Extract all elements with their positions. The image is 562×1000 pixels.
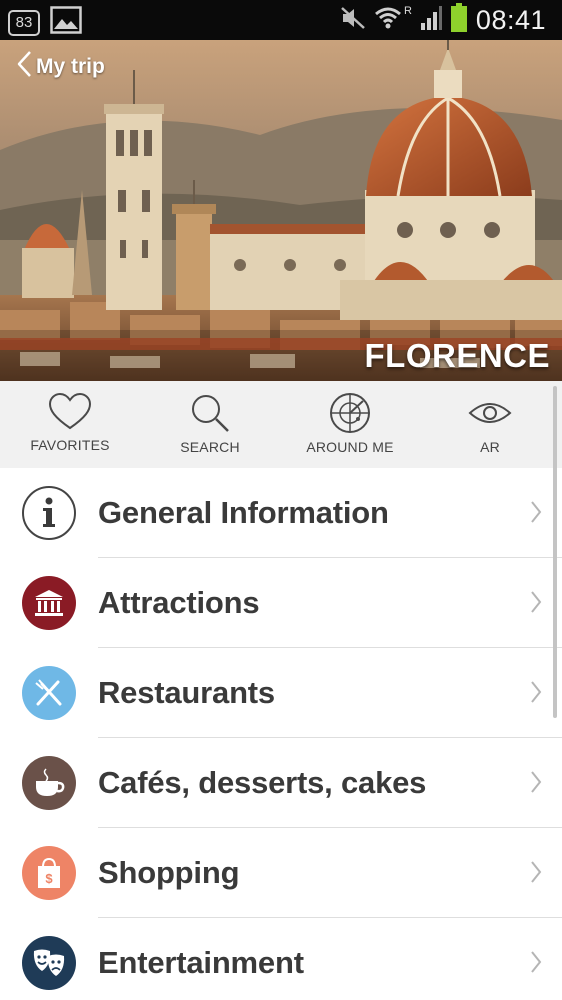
signal-icon — [420, 5, 442, 36]
clock: 08:41 — [475, 4, 546, 35]
menu-item-label: Shopping — [98, 855, 240, 890]
menu-item-shopping[interactable]: $ Shopping — [0, 828, 562, 918]
battery-icon — [450, 2, 468, 38]
chevron-right-icon — [530, 770, 542, 799]
menu-item-restaurants[interactable]: Restaurants — [0, 648, 562, 738]
scrollbar[interactable] — [553, 386, 557, 718]
shopping-bag-icon: $ — [22, 846, 76, 900]
theater-masks-icon — [22, 936, 76, 990]
museum-icon — [22, 576, 76, 630]
search-button[interactable]: SEARCH — [140, 381, 280, 468]
chevron-right-icon — [530, 680, 542, 709]
florence-cityscape-illustration — [0, 40, 562, 381]
chevron-left-icon — [16, 50, 32, 83]
status-bar-right: R 08:41 — [340, 2, 546, 38]
quick-actions-toolbar: FAVORITES SEARCH AROUND ME AR — [0, 381, 562, 468]
around-me-button[interactable]: AROUND ME — [280, 381, 420, 468]
search-label: SEARCH — [180, 439, 240, 455]
radar-icon — [328, 393, 372, 433]
menu-item-label: Restaurants — [98, 675, 275, 710]
search-icon — [188, 393, 232, 433]
chevron-right-icon — [530, 860, 542, 889]
back-button[interactable]: My trip — [16, 50, 105, 83]
coffee-cup-icon — [22, 756, 76, 810]
chevron-right-icon — [530, 590, 542, 619]
info-icon — [22, 486, 76, 540]
heart-icon — [48, 393, 92, 431]
status-bar-left: 83 — [8, 6, 82, 39]
back-label: My trip — [36, 54, 105, 78]
menu-item-label: Entertainment — [98, 945, 304, 980]
city-hero-image: My trip FLORENCE — [0, 40, 562, 381]
city-title: FLORENCE — [364, 337, 550, 374]
menu-item-label: Attractions — [98, 585, 260, 620]
chevron-right-icon — [530, 500, 542, 529]
menu-item-label: Cafés, desserts, cakes — [98, 765, 427, 800]
wifi-icon — [374, 6, 402, 35]
favorites-button[interactable]: FAVORITES — [0, 381, 140, 468]
fork-knife-icon — [22, 666, 76, 720]
svg-text:$: $ — [45, 871, 53, 886]
status-bar: 83 R 08:41 — [0, 0, 562, 40]
notification-count: 83 — [15, 14, 33, 31]
image-notification-icon — [50, 6, 82, 39]
ar-label: AR — [480, 439, 500, 455]
around-me-label: AROUND ME — [306, 439, 394, 455]
guide-menu-list: General Information Attractions Restaura… — [0, 468, 562, 1000]
menu-item-label: General Information — [98, 495, 389, 530]
ar-button[interactable]: AR — [420, 381, 560, 468]
menu-item-cafes[interactable]: Cafés, desserts, cakes — [0, 738, 562, 828]
menu-item-attractions[interactable]: Attractions — [0, 558, 562, 648]
roaming-indicator: R — [403, 5, 412, 17]
favorites-label: FAVORITES — [30, 437, 110, 453]
notification-count-icon: 83 — [8, 9, 40, 36]
mute-icon — [340, 6, 366, 35]
chevron-right-icon — [530, 950, 542, 979]
menu-item-general-information[interactable]: General Information — [0, 468, 562, 558]
menu-item-entertainment[interactable]: Entertainment — [0, 918, 562, 1000]
eye-icon — [468, 393, 512, 433]
